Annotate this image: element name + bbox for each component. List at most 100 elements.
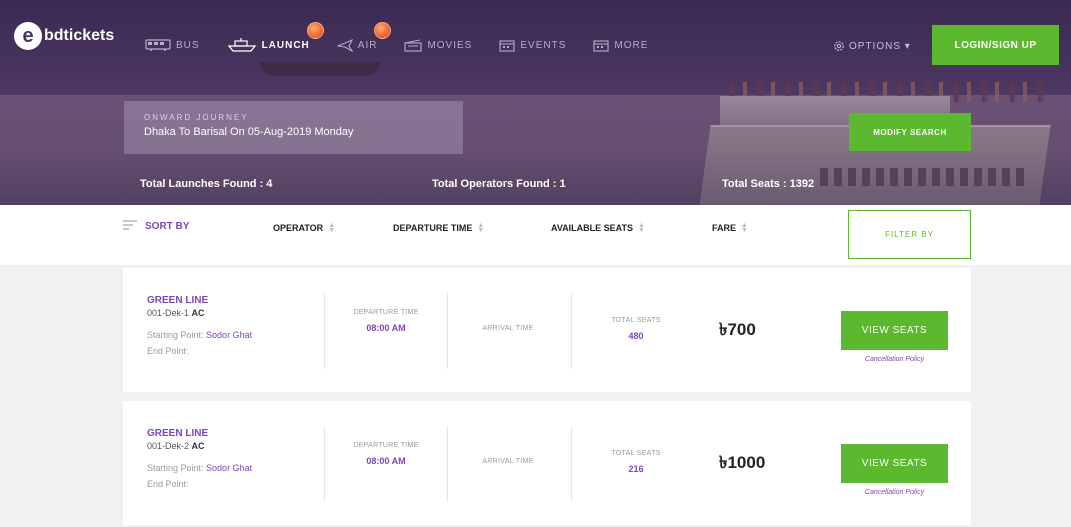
new-badge-icon bbox=[306, 22, 324, 39]
total-launches: Total Launches Found : 4 bbox=[140, 178, 273, 190]
nav-launch[interactable]: LAUNCH bbox=[227, 22, 324, 52]
sort-column-label: DEPARTURE TIME bbox=[393, 223, 473, 233]
journey-label: ONWARD JOURNEY bbox=[144, 113, 249, 122]
operator-info: GREEN LINE 001-Dek-1 AC Starting Point: … bbox=[147, 295, 252, 356]
arrival-label: ARRIVAL TIME bbox=[482, 325, 534, 332]
logo-text: bdtickets bbox=[44, 27, 115, 44]
arrival-cell: ARRIVAL TIME bbox=[463, 324, 553, 333]
sort-by[interactable]: SORT BY bbox=[123, 220, 189, 232]
view-seats-button[interactable]: VIEW SEATS bbox=[841, 444, 948, 483]
sort-by-label: SORT BY bbox=[145, 220, 190, 232]
departure-cell: DEPARTURE TIME 08:00 AM bbox=[351, 441, 421, 466]
vessel-code-text: 001-Dek-2 bbox=[147, 441, 190, 451]
options-menu[interactable]: OPTIONS ▾ bbox=[833, 40, 911, 52]
departure-cell: DEPARTURE TIME 08:00 AM bbox=[351, 308, 421, 333]
sort-arrows-icon: ▲ ▼ bbox=[741, 222, 748, 234]
sort-column-label: AVAILABLE SEATS bbox=[551, 223, 634, 233]
sort-arrows-icon: ▲ ▼ bbox=[328, 222, 336, 234]
arrival-cell: ARRIVAL TIME bbox=[463, 457, 553, 466]
options-label: OPTIONS ▾ bbox=[849, 40, 911, 52]
arrival-label: ARRIVAL TIME bbox=[482, 458, 534, 465]
nav-movies[interactable]: MOVIES bbox=[404, 38, 473, 52]
divider bbox=[447, 426, 448, 502]
sort-column-label: OPERATOR bbox=[273, 223, 324, 233]
operator-info: GREEN LINE 001-Dek-2 AC Starting Point: … bbox=[147, 428, 252, 489]
fare-amount: ৳700 bbox=[719, 320, 756, 339]
launch-icon bbox=[227, 38, 256, 52]
filter-by-button[interactable]: FILTER BY bbox=[848, 210, 971, 259]
starting-point: Starting Point: Sodor Ghat bbox=[147, 463, 252, 473]
seats-cell: TOTAL SEATS 480 bbox=[591, 316, 681, 341]
more-icon bbox=[593, 39, 609, 52]
nav-label: MORE bbox=[614, 39, 649, 51]
launch-result-card: GREEN LINE 001-Dek-2 AC Starting Point: … bbox=[123, 401, 971, 525]
end-point-label: End Point: bbox=[147, 479, 189, 489]
login-signup-button[interactable]: LOGIN/SIGN UP bbox=[932, 25, 1059, 65]
logo-mark-icon: e bbox=[14, 22, 42, 50]
journey-route: Dhaka To Barisal On 05-Aug-2019 Monday bbox=[144, 126, 354, 138]
cancellation-policy-link[interactable]: Cancellation Policy bbox=[841, 356, 948, 363]
sort-departure-time[interactable]: DEPARTURE TIME ▲ ▼ bbox=[393, 222, 485, 234]
nav-label: EVENTS bbox=[520, 39, 567, 51]
total-seats-label: TOTAL SEATS bbox=[611, 317, 661, 324]
modify-search-button[interactable]: MODIFY SEARCH bbox=[849, 113, 971, 151]
nav-label: MOVIES bbox=[427, 39, 473, 51]
view-seats-button[interactable]: VIEW SEATS bbox=[841, 311, 948, 350]
site-logo[interactable]: e bdtickets bbox=[14, 22, 114, 50]
starting-point-label: Starting Point: bbox=[147, 463, 204, 473]
vessel-code: 001-Dek-2 AC bbox=[147, 441, 252, 451]
sort-arrows-icon: ▲ ▼ bbox=[638, 222, 645, 234]
hero-banner: e bdtickets BUS LAUNCH AIR MOVIES EVENTS… bbox=[0, 0, 1071, 205]
launch-windows bbox=[820, 168, 1030, 186]
vessel-code: 001-Dek-1 AC bbox=[147, 308, 252, 318]
main-nav: BUS LAUNCH AIR MOVIES EVENTS MORE bbox=[145, 22, 675, 52]
divider bbox=[571, 293, 572, 369]
bus-icon bbox=[145, 39, 171, 51]
nav-more[interactable]: MORE bbox=[593, 39, 648, 52]
divider bbox=[324, 426, 325, 502]
fare-amount: ৳1000 bbox=[719, 453, 766, 472]
total-seats-value: 480 bbox=[628, 331, 644, 341]
sort-bar: SORT BY OPERATOR ▲ ▼ DEPARTURE TIME ▲ ▼ AV… bbox=[0, 205, 1071, 265]
operator-name: GREEN LINE bbox=[147, 295, 209, 306]
nav-label: BUS bbox=[176, 39, 200, 51]
sort-arrows-icon: ▲ ▼ bbox=[477, 222, 485, 234]
small-boat-silhouette bbox=[260, 62, 380, 76]
journey-info: ONWARD JOURNEY Dhaka To Barisal On 05-Au… bbox=[124, 101, 463, 154]
launch-result-card: GREEN LINE 001-Dek-1 AC Starting Point: … bbox=[123, 268, 971, 392]
vessel-code-text: 001-Dek-1 bbox=[147, 308, 190, 318]
sort-operator[interactable]: OPERATOR ▲ ▼ bbox=[273, 222, 336, 234]
departure-label: DEPARTURE TIME bbox=[353, 309, 419, 316]
starting-point-label: Starting Point: bbox=[147, 330, 204, 340]
total-operators: Total Operators Found : 1 bbox=[432, 178, 566, 190]
total-seats: Total Seats : 1392 bbox=[722, 178, 815, 190]
departure-time: 08:00 AM bbox=[366, 323, 406, 333]
seats-cell: TOTAL SEATS 216 bbox=[591, 449, 681, 474]
gear-icon bbox=[834, 41, 844, 51]
plane-icon bbox=[336, 38, 353, 52]
vessel-class: AC bbox=[191, 441, 205, 451]
sort-fare[interactable]: FARE ▲ ▼ bbox=[712, 222, 748, 234]
events-icon bbox=[499, 39, 515, 52]
end-point-label: End Point: bbox=[147, 346, 189, 356]
nav-events[interactable]: EVENTS bbox=[499, 39, 566, 52]
departure-label: DEPARTURE TIME bbox=[353, 442, 419, 449]
sort-available-seats[interactable]: AVAILABLE SEATS ▲ ▼ bbox=[551, 222, 645, 234]
sort-lines-icon bbox=[123, 220, 137, 230]
nav-air[interactable]: AIR bbox=[336, 22, 392, 52]
departure-time: 08:00 AM bbox=[366, 456, 406, 466]
sort-column-label: FARE bbox=[712, 223, 737, 233]
vessel-class: AC bbox=[191, 308, 205, 318]
total-seats-value: 216 bbox=[628, 464, 644, 474]
starting-point-value[interactable]: Sodor Ghat bbox=[206, 463, 252, 473]
total-seats-label: TOTAL SEATS bbox=[611, 450, 661, 457]
new-badge-icon bbox=[374, 22, 392, 39]
divider bbox=[571, 426, 572, 502]
divider bbox=[324, 293, 325, 369]
starting-point-value[interactable]: Sodor Ghat bbox=[206, 330, 252, 340]
nav-bus[interactable]: BUS bbox=[145, 39, 200, 51]
cancellation-policy-link[interactable]: Cancellation Policy bbox=[841, 489, 948, 496]
operator-name: GREEN LINE bbox=[147, 428, 209, 439]
movie-icon bbox=[404, 38, 423, 52]
starting-point: Starting Point: Sodor Ghat bbox=[147, 330, 252, 340]
